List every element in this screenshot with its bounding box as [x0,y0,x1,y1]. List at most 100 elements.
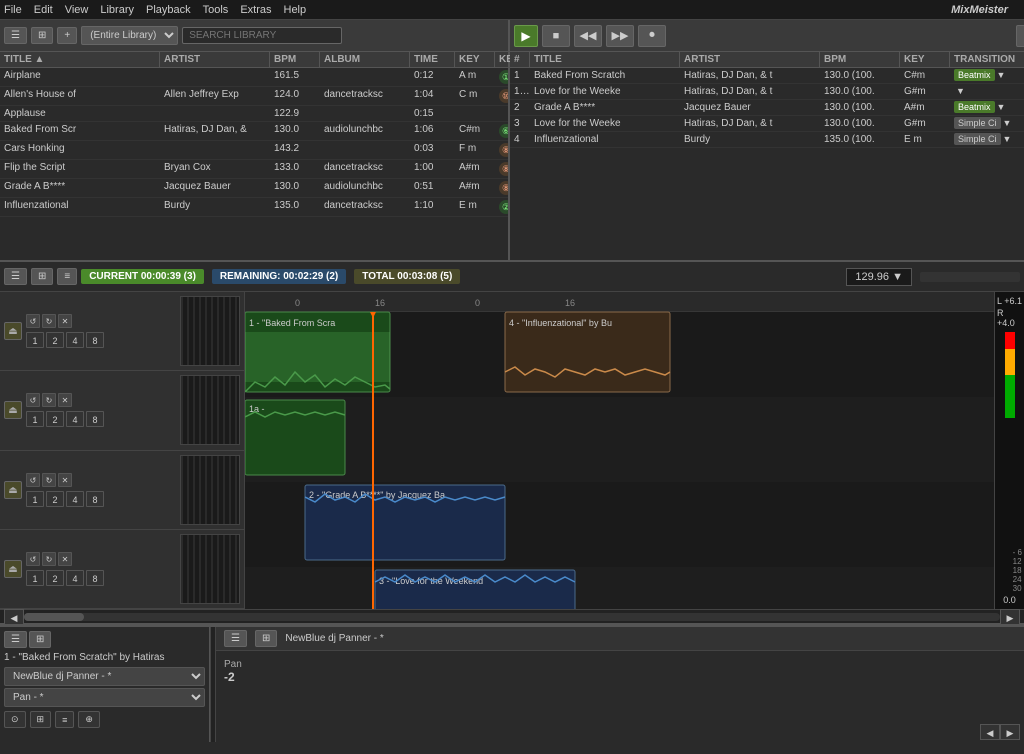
menu-extras[interactable]: Extras [240,4,271,16]
bottom-nav-left[interactable]: ◀ [980,724,1000,740]
track-num-8[interactable]: 8 [86,570,104,586]
bottom-icon-4[interactable]: ⊕ [78,711,100,728]
library-row[interactable]: Grade A B**** Jacquez Bauer 130.0 audiol… [0,179,508,198]
mixer-icon-btn[interactable]: ≡ [57,268,77,285]
menu-edit[interactable]: Edit [34,4,53,16]
bottom-list-btn[interactable]: ☰ [4,631,27,648]
track-num-1[interactable]: 1 [26,411,44,427]
scroll-right-btn[interactable]: ▶ [1000,609,1020,625]
track-mini-view [180,455,240,525]
menu-help[interactable]: Help [284,4,307,16]
bottom-panel-grid-btn[interactable]: ⊞ [255,630,277,647]
scroll-thumb[interactable] [24,613,84,621]
bottom-nav-right[interactable]: ▶ [1000,724,1020,740]
playlist-row[interactable]: 2 Grade A B**** Jacquez Bauer 130.0 (100… [510,100,1024,116]
track-close-btn[interactable]: ✕ [58,393,72,407]
track-rewind-btn[interactable]: ↺ [26,314,40,328]
middle-section: ☰ ⊞ ≡ CURRENT 00:00:39 (3) REMAINING: 00… [0,260,1024,625]
param-dropdown[interactable]: Pan - * [4,688,205,707]
playlist-row[interactable]: 1 Baked From Scratch Hatiras, DJ Dan, & … [510,68,1024,84]
track-num-4[interactable]: 4 [66,332,84,348]
track-num-2[interactable]: 2 [46,491,64,507]
mixer-view-btn[interactable]: ☰ [4,268,27,285]
track-eject-btn[interactable]: ⏏ [4,401,22,419]
library-add-btn[interactable]: + [57,27,77,44]
effect-dropdown[interactable]: NewBlue dj Panner - * [4,667,205,686]
track-num-4[interactable]: 4 [66,570,84,586]
menu-view[interactable]: View [65,4,89,16]
library-view-btn[interactable]: ☰ [4,27,27,44]
library-row[interactable]: Cars Honking 143.2 0:03 F m ⑧ [0,141,508,160]
track-num-1[interactable]: 1 [26,332,44,348]
track-eject-btn[interactable]: ⏏ [4,560,22,578]
library-row[interactable]: Applause 122.9 0:15 [0,106,508,122]
library-row[interactable]: Allen's House of Allen Jeffrey Exp 124.0… [0,87,508,106]
mixer-list-btn[interactable]: ⊞ [31,268,53,285]
track-num-1[interactable]: 1 [26,570,44,586]
track-num-2[interactable]: 2 [46,411,64,427]
track-rewind-btn[interactable]: ↺ [26,393,40,407]
track-close-btn[interactable]: ✕ [58,314,72,328]
track-num-4[interactable]: 4 [66,411,84,427]
track-rewind-btn[interactable]: ↺ [26,473,40,487]
bottom-icon-3[interactable]: ≡ [55,711,74,728]
scroll-left-btn[interactable]: ◀ [4,609,24,625]
track-num-8[interactable]: 8 [86,411,104,427]
app-logo: MixMeister [951,4,1008,16]
track-forward-btn[interactable]: ↻ [42,314,56,328]
param-display: Pan -2 [224,659,242,714]
track-eject-btn[interactable]: ⏏ [4,481,22,499]
vu-meter: L +6.1 R +4.0 - 6 12 18 24 30 0.0 [994,292,1024,609]
library-grid-btn[interactable]: ⊞ [31,27,53,44]
bpm-slider[interactable] [920,272,1020,282]
record-button[interactable]: ⏺ [638,25,666,47]
track-mini-view [180,534,240,604]
bottom-left-toolbar: ☰ ⊞ [4,631,205,648]
current-status: CURRENT 00:00:39 (3) [81,269,204,284]
play-button[interactable]: ▶ [514,25,538,47]
library-row[interactable]: Airplane 161.5 0:12 A m ① [0,68,508,87]
track-num-8[interactable]: 8 [86,491,104,507]
timeline-area: ⏏ ↺ ↻ ✕ 1 2 4 8 ⏏ ↺ ↻ ✕ [0,292,1024,609]
menu-library[interactable]: Library [100,4,134,16]
bottom-grid-btn[interactable]: ⊞ [29,631,51,648]
library-row[interactable]: Influenzational Burdy 135.0 dancetracksc… [0,198,508,217]
output-btn[interactable]: ⊞ [1016,25,1024,47]
bottom-icon-2[interactable]: ⊞ [30,711,52,728]
svg-text:2 - "Grade A B****" by Jacquez: 2 - "Grade A B****" by Jacquez Ba [309,490,445,500]
stop-button[interactable]: ■ [542,25,570,47]
track-close-btn[interactable]: ✕ [58,552,72,566]
bottom-icon-1[interactable]: ⊙ [4,711,26,728]
library-row[interactable]: Baked From Scr Hatiras, DJ Dan, & 130.0 … [0,122,508,141]
vu-bar-l [1005,332,1015,546]
track-num-8[interactable]: 8 [86,332,104,348]
playlist-row[interactable]: 4 Influenzational Burdy 135.0 (100. E m … [510,132,1024,148]
scroll-track[interactable] [24,613,1000,621]
track-forward-btn[interactable]: ↻ [42,473,56,487]
bottom-panel-content: Pan -2 [216,651,1024,722]
track-num-2[interactable]: 2 [46,332,64,348]
bpm-value: 129.96 [855,271,889,283]
track-num-4[interactable]: 4 [66,491,84,507]
library-dropdown[interactable]: (Entire Library) [81,26,178,45]
playlist-row[interactable]: 3 Love for the Weeke Hatiras, DJ Dan, & … [510,116,1024,132]
track-num-1[interactable]: 1 [26,491,44,507]
menu-file[interactable]: File [4,4,22,16]
track-num-2[interactable]: 2 [46,570,64,586]
playlist-row[interactable]: 1a Love for the Weeke Hatiras, DJ Dan, &… [510,84,1024,100]
track-forward-btn[interactable]: ↻ [42,393,56,407]
menu-tools[interactable]: Tools [203,4,229,16]
rewind-button[interactable]: ◀◀ [574,25,602,47]
menu-playback[interactable]: Playback [146,4,191,16]
track-close-btn[interactable]: ✕ [58,473,72,487]
fast-forward-button[interactable]: ▶▶ [606,25,634,47]
track-control: ⏏ ↺ ↻ ✕ 1 2 4 8 [0,451,244,530]
track-eject-btn[interactable]: ⏏ [4,322,22,340]
track-forward-btn[interactable]: ↻ [42,552,56,566]
timeline-scrollbar[interactable]: ◀ ▶ [0,609,1024,623]
library-row[interactable]: Flip the Script Bryan Cox 133.0 dancetra… [0,160,508,179]
search-input[interactable] [182,27,342,44]
track-rewind-btn[interactable]: ↺ [26,552,40,566]
bottom-panel-list-btn[interactable]: ☰ [224,630,247,647]
param-label: Pan [224,659,242,670]
